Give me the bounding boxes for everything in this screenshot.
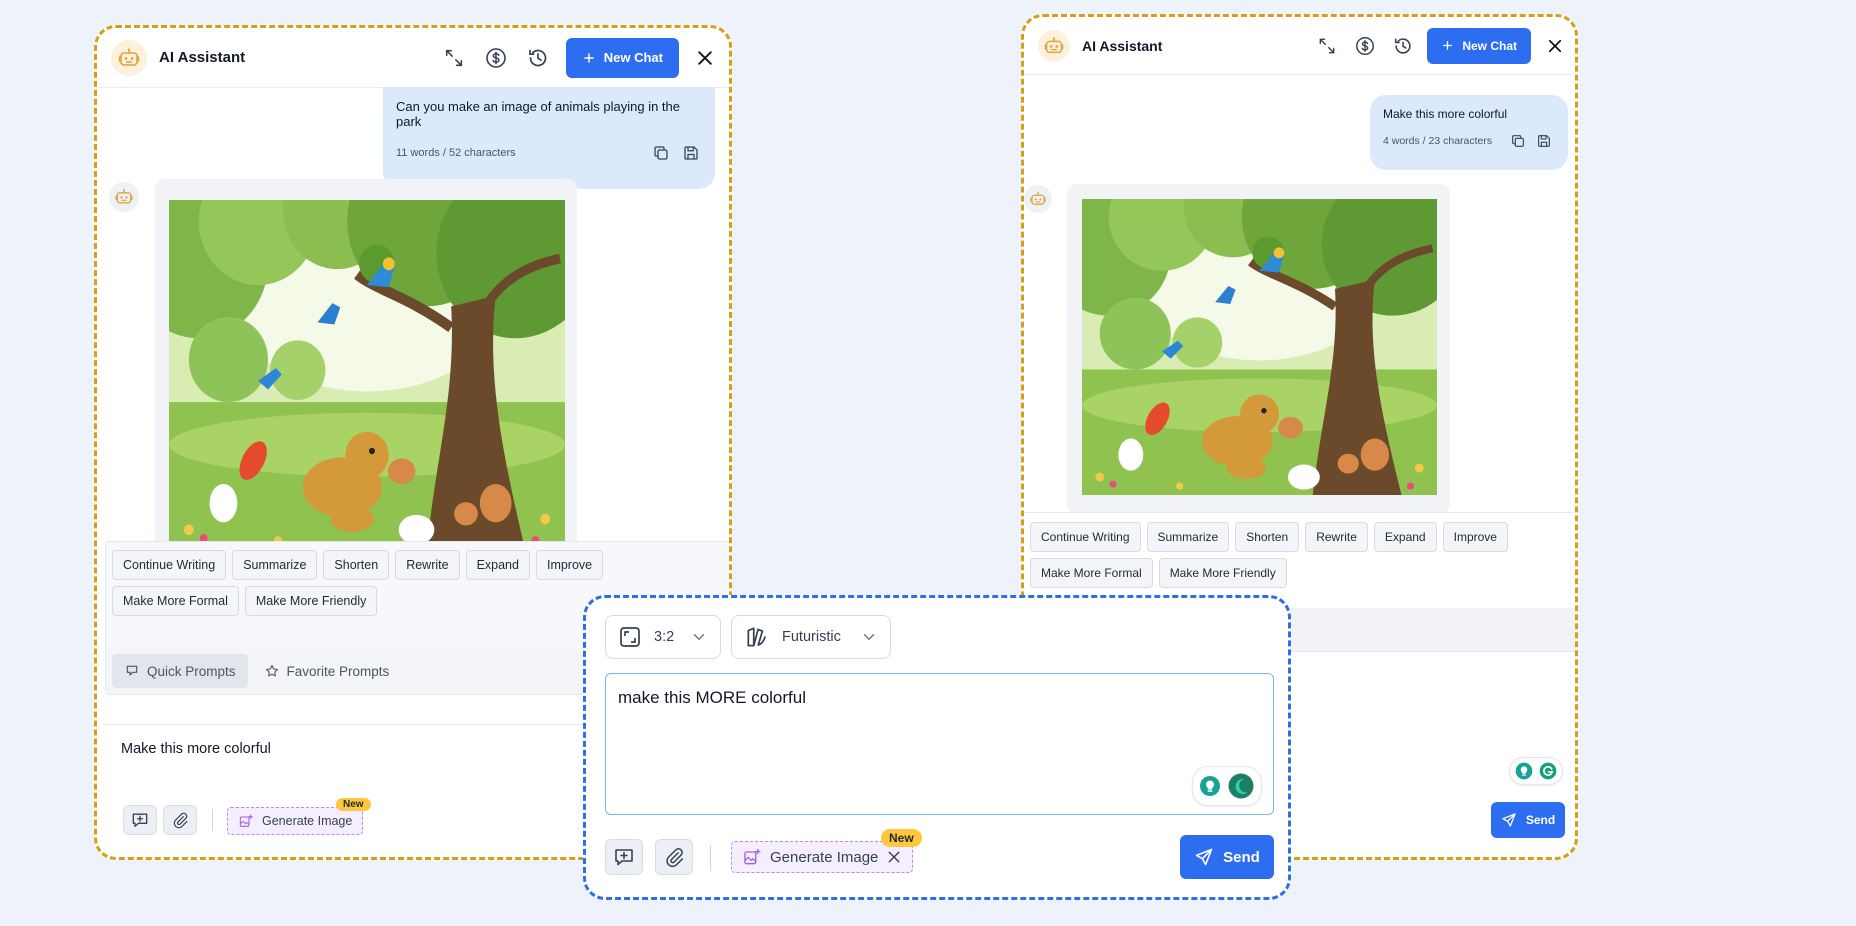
new-chat-button[interactable]: New Chat [565, 37, 679, 78]
generate-image-toggle[interactable]: Generate Image [227, 807, 364, 835]
expand-icon[interactable] [440, 44, 468, 72]
action-improve[interactable]: Improve [1442, 522, 1508, 552]
history-icon[interactable] [524, 44, 552, 72]
action-shorten[interactable]: Shorten [323, 550, 390, 580]
paperclip-icon [171, 811, 189, 829]
save-icon[interactable] [681, 143, 701, 163]
user-message-bubble: Make this more colorful 4 words / 23 cha… [1370, 95, 1568, 170]
send-button[interactable]: Send [1491, 802, 1565, 838]
generated-image[interactable] [169, 200, 565, 551]
style-select[interactable]: Futuristic [731, 615, 891, 659]
generate-image-icon [238, 813, 254, 829]
assistant-logo-icon [111, 39, 147, 76]
new-badge: New [336, 798, 371, 811]
app-title: AI Assistant [159, 49, 246, 66]
writing-assistant-widget[interactable] [1509, 757, 1563, 785]
user-message-text: Can you make an image of animals playing… [396, 99, 680, 129]
divider [212, 809, 213, 831]
chat-input[interactable]: Make this more colorful [121, 741, 271, 757]
new-badge: New [881, 829, 922, 847]
bot-avatar [109, 182, 139, 212]
new-chat-label: New Chat [603, 50, 663, 65]
action-expand[interactable]: Expand [1373, 522, 1437, 552]
user-message-bubble: Can you make an image of animals playing… [383, 87, 715, 189]
prompt-textarea[interactable]: make this MORE colorful [605, 673, 1274, 815]
prompt-add-icon [130, 810, 150, 830]
star-icon [264, 663, 280, 679]
send-button[interactable]: Send [1180, 835, 1274, 879]
attach-button[interactable] [655, 839, 693, 875]
message-count: 4 words / 23 characters [1383, 135, 1493, 147]
action-make-more-formal[interactable]: Make More Formal [1030, 558, 1153, 588]
action-make-more-friendly[interactable]: Make More Friendly [1158, 558, 1287, 588]
generated-image[interactable] [1082, 199, 1437, 495]
new-chat-label: New Chat [1462, 38, 1517, 53]
action-continue-writing[interactable]: Continue Writing [112, 550, 227, 580]
style-value: Futuristic [782, 629, 841, 645]
remove-x-icon[interactable] [886, 849, 902, 865]
panel-header-right: AI Assistant New Chat [1024, 17, 1575, 75]
action-summarize[interactable]: Summarize [232, 550, 318, 580]
zoomed-composer: 3:2 Futuristic make this MORE colorful G… [583, 595, 1291, 900]
aspect-ratio-value: 3:2 [654, 629, 675, 645]
chevron-down-icon [860, 628, 878, 646]
action-continue-writing[interactable]: Continue Writing [1030, 522, 1141, 552]
assistant-logo-icon [1038, 29, 1070, 62]
action-summarize[interactable]: Summarize [1146, 522, 1230, 552]
action-expand[interactable]: Expand [465, 550, 530, 580]
robot-icon [114, 187, 134, 207]
suggestion-bulb-icon[interactable] [1197, 773, 1223, 799]
generate-image-icon [742, 847, 762, 867]
grammar-moon-icon[interactable] [1225, 770, 1257, 802]
plus-icon [1441, 39, 1454, 52]
robot-icon [1029, 190, 1047, 208]
prompt-library-button[interactable] [123, 805, 157, 835]
quick-actions: Continue Writing Summarize Shorten Rewri… [112, 550, 632, 616]
expand-icon[interactable] [1313, 32, 1341, 60]
action-improve[interactable]: Improve [535, 550, 604, 580]
grammar-g-icon[interactable] [1537, 760, 1559, 782]
action-shorten[interactable]: Shorten [1235, 522, 1300, 552]
suggestion-bulb-icon[interactable] [1513, 760, 1535, 782]
action-make-more-formal[interactable]: Make More Formal [112, 586, 239, 616]
credits-dollar-icon[interactable] [482, 44, 510, 72]
attach-button[interactable] [163, 805, 197, 835]
prompt-add-icon [612, 845, 636, 869]
style-brush-icon [744, 624, 770, 650]
user-message-text: Make this more colorful [1383, 107, 1508, 121]
tab-quick-prompts[interactable]: Quick Prompts [112, 654, 248, 688]
writing-assistant-widget[interactable] [1192, 766, 1262, 806]
copy-icon[interactable] [651, 143, 671, 163]
aspect-ratio-select[interactable]: 3:2 [605, 615, 721, 659]
plus-icon [582, 51, 596, 65]
action-rewrite[interactable]: Rewrite [395, 550, 460, 580]
quick-actions: Continue Writing Summarize Shorten Rewri… [1030, 522, 1550, 588]
prompt-library-button[interactable] [605, 839, 643, 875]
message-count: 11 words / 52 characters [396, 147, 516, 159]
action-make-more-friendly[interactable]: Make More Friendly [244, 586, 378, 616]
bot-avatar [1024, 185, 1052, 213]
app-title: AI Assistant [1082, 37, 1163, 54]
paperclip-icon [663, 846, 685, 868]
panel-header: AI Assistant New Chat [97, 28, 729, 88]
close-icon[interactable] [1541, 32, 1569, 60]
send-icon [1194, 847, 1214, 867]
send-icon [1501, 812, 1517, 828]
credits-dollar-icon[interactable] [1351, 32, 1379, 60]
new-chat-button[interactable]: New Chat [1427, 27, 1531, 64]
prompt-text: make this MORE colorful [618, 688, 806, 707]
save-icon[interactable] [1534, 131, 1554, 151]
quick-prompts-icon [124, 663, 140, 679]
action-rewrite[interactable]: Rewrite [1305, 522, 1368, 552]
aspect-ratio-icon [618, 625, 642, 649]
history-icon[interactable] [1389, 32, 1417, 60]
copy-icon[interactable] [1508, 131, 1528, 151]
divider [710, 845, 711, 871]
close-icon[interactable] [691, 44, 719, 72]
chevron-down-icon [690, 628, 708, 646]
tab-favorite-prompts[interactable]: Favorite Prompts [252, 654, 402, 688]
